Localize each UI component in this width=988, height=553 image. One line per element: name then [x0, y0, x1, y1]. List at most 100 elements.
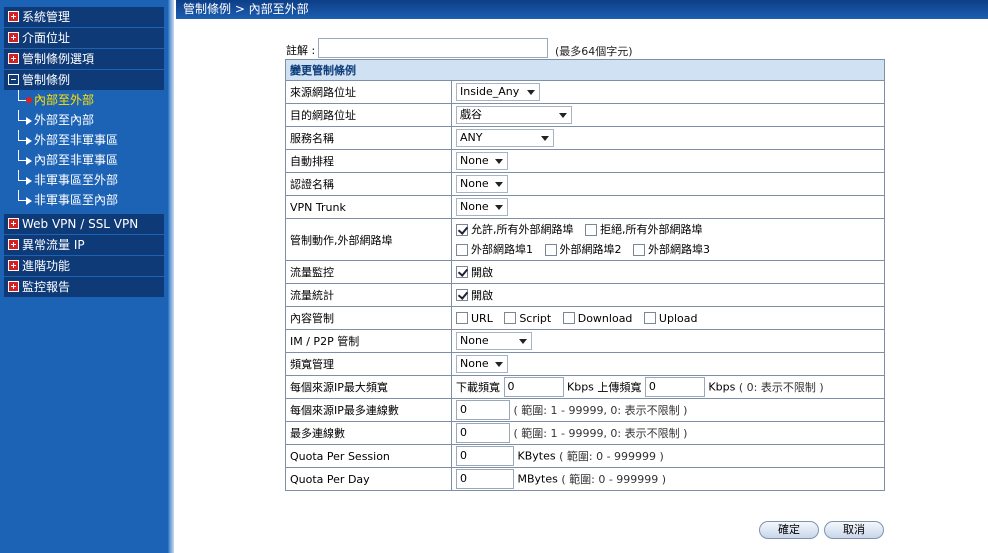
- menu-label: 異常流量 IP: [22, 238, 85, 252]
- qos-select[interactable]: None: [456, 355, 508, 373]
- schedule-select[interactable]: None: [456, 152, 508, 170]
- select-value: None: [460, 200, 489, 213]
- submenu-outside-to-dmz[interactable]: 外部至非軍事區: [4, 130, 164, 150]
- row-label: Quota Per Day: [285, 467, 452, 491]
- script-checkbox[interactable]: [504, 312, 517, 325]
- arrow-right-icon: [26, 117, 32, 125]
- auth-select[interactable]: None: [456, 175, 508, 193]
- quota-session-input[interactable]: 0: [456, 446, 514, 466]
- service-select[interactable]: ANY: [456, 129, 554, 147]
- tree-line: [18, 190, 26, 201]
- submenu-label: 非軍事區至外部: [34, 173, 119, 187]
- submenu-inside-to-dmz[interactable]: 內部至非軍事區: [4, 150, 164, 170]
- plus-icon: [8, 11, 19, 22]
- table-row: 目的網路位址 戲谷: [285, 103, 885, 127]
- table-row: 服務名稱 ANY: [285, 126, 885, 150]
- table-row: VPN Trunk None: [285, 195, 885, 219]
- row-label: 自動排程: [285, 149, 452, 173]
- dest-address-select[interactable]: 戲谷: [456, 106, 572, 124]
- note-label: 註解 :: [286, 44, 316, 57]
- traffic-log-label: 開啟: [471, 266, 493, 279]
- quota-session-hint: ( 範圍: 0 - 999999 ): [559, 450, 664, 463]
- chevron-down-icon: [495, 205, 503, 210]
- source-address-select[interactable]: Inside_Any: [456, 83, 540, 101]
- upload-bandwidth-label: 上傳頻寬: [597, 381, 642, 394]
- tree-line: [18, 150, 26, 161]
- submenu-inside-to-outside[interactable]: 內部至外部: [4, 90, 164, 110]
- row-label: 服務名稱: [285, 126, 452, 150]
- chevron-down-icon: [541, 136, 549, 141]
- row-label: 內容管制: [285, 306, 452, 330]
- table-row: 認證名稱 None: [285, 172, 885, 196]
- arrow-right-icon: [26, 177, 32, 185]
- table-row: 管制動作,外部網路埠 允許,所有外部網路埠 拒絕,所有外部網路埠 外部網路埠1 …: [285, 218, 885, 261]
- table-row: 頻寬管理 None: [285, 352, 885, 376]
- breadcrumb: 管制條例 > 內部至外部: [176, 0, 988, 19]
- quota-session-unit: KBytes: [517, 449, 556, 463]
- download-label: Download: [577, 311, 633, 325]
- menu-system-management[interactable]: 系統管理: [4, 7, 164, 27]
- bandwidth-hint: ( 0: 表示不限制 ): [738, 381, 824, 394]
- menu-monitor-report[interactable]: 監控報告: [4, 277, 164, 297]
- select-value: None: [460, 334, 489, 347]
- upload-checkbox[interactable]: [643, 312, 656, 325]
- table-row: 每個來源IP最多連線數 0 ( 範圍: 1 - 99999, 0: 表示不限制 …: [285, 398, 885, 422]
- deny-all-checkbox[interactable]: [585, 223, 597, 236]
- quota-day-unit: MBytes: [517, 472, 558, 486]
- tree-line: [18, 170, 26, 181]
- port1-checkbox[interactable]: [456, 243, 468, 256]
- submenu-label: 內部至外部: [34, 93, 95, 107]
- submenu-label: 非軍事區至內部: [34, 193, 119, 207]
- menu-policy-objects[interactable]: 管制條例選項: [4, 49, 164, 69]
- minus-icon: [8, 74, 19, 85]
- menu-label: 介面位址: [22, 31, 71, 45]
- menu-label: Web VPN / SSL VPN: [22, 217, 139, 231]
- note-input[interactable]: [318, 38, 548, 58]
- table-row: 內容管制 URL Script Download Upload: [285, 306, 885, 330]
- row-label: 每個來源IP最多連線數: [285, 398, 452, 422]
- quota-day-input[interactable]: 0: [456, 469, 514, 489]
- vpn-trunk-select[interactable]: None: [456, 198, 508, 216]
- download-bandwidth-label: 下載頻寬: [456, 381, 500, 394]
- menu-advanced[interactable]: 進階功能: [4, 256, 164, 276]
- select-value: Inside_Any: [460, 85, 520, 98]
- menu-interface-address[interactable]: 介面位址: [4, 28, 164, 48]
- submenu-dmz-to-outside[interactable]: 非軍事區至外部: [4, 170, 164, 190]
- max-conn-per-ip-input[interactable]: 0: [456, 400, 510, 420]
- port3-checkbox[interactable]: [633, 243, 645, 256]
- download-checkbox[interactable]: [562, 312, 575, 325]
- statistics-checkbox[interactable]: [456, 289, 468, 301]
- traffic-log-checkbox[interactable]: [456, 266, 468, 278]
- submenu-label: 外部至內部: [34, 113, 95, 127]
- arrow-right-icon: [26, 197, 32, 205]
- chevron-down-icon: [527, 90, 535, 95]
- select-value: None: [460, 154, 489, 167]
- tree-line: [18, 90, 26, 101]
- menu-web-vpn[interactable]: Web VPN / SSL VPN: [4, 214, 164, 234]
- port1-label: 外部網路埠1: [471, 242, 533, 256]
- submenu-label: 內部至非軍事區: [34, 153, 119, 167]
- allow-all-checkbox[interactable]: [456, 223, 468, 236]
- table-row: 來源網路位址 Inside_Any: [285, 80, 885, 104]
- row-label: 認證名稱: [285, 172, 452, 196]
- menu-policy[interactable]: 管制條例: [4, 70, 164, 90]
- submenu-outside-to-inside[interactable]: 外部至內部: [4, 110, 164, 130]
- download-bandwidth-input[interactable]: 0: [503, 377, 564, 397]
- cancel-button[interactable]: 取消: [824, 521, 884, 539]
- tree-line: [18, 110, 26, 121]
- menu-label: 監控報告: [22, 280, 71, 294]
- port2-checkbox[interactable]: [544, 243, 557, 256]
- table-row: 最多連線數 0 ( 範圍: 1 - 99999, 0: 表示不限制 ): [285, 421, 885, 445]
- row-label: VPN Trunk: [285, 195, 452, 219]
- note-hint: (最多64個字元): [555, 45, 633, 58]
- row-label: 頻寬管理: [285, 352, 452, 376]
- menu-anomaly-ip[interactable]: 異常流量 IP: [4, 235, 164, 255]
- ok-button[interactable]: 確定: [759, 521, 819, 539]
- max-conn-input[interactable]: 0: [456, 423, 510, 443]
- upload-bandwidth-input[interactable]: 0: [644, 377, 705, 397]
- im-p2p-select[interactable]: None: [456, 332, 532, 350]
- submenu-dmz-to-inside[interactable]: 非軍事區至內部: [4, 190, 164, 210]
- plus-icon: [8, 32, 19, 43]
- url-checkbox[interactable]: [456, 312, 468, 325]
- max-conn-hint: ( 範圍: 1 - 99999, 0: 表示不限制 ): [513, 427, 688, 440]
